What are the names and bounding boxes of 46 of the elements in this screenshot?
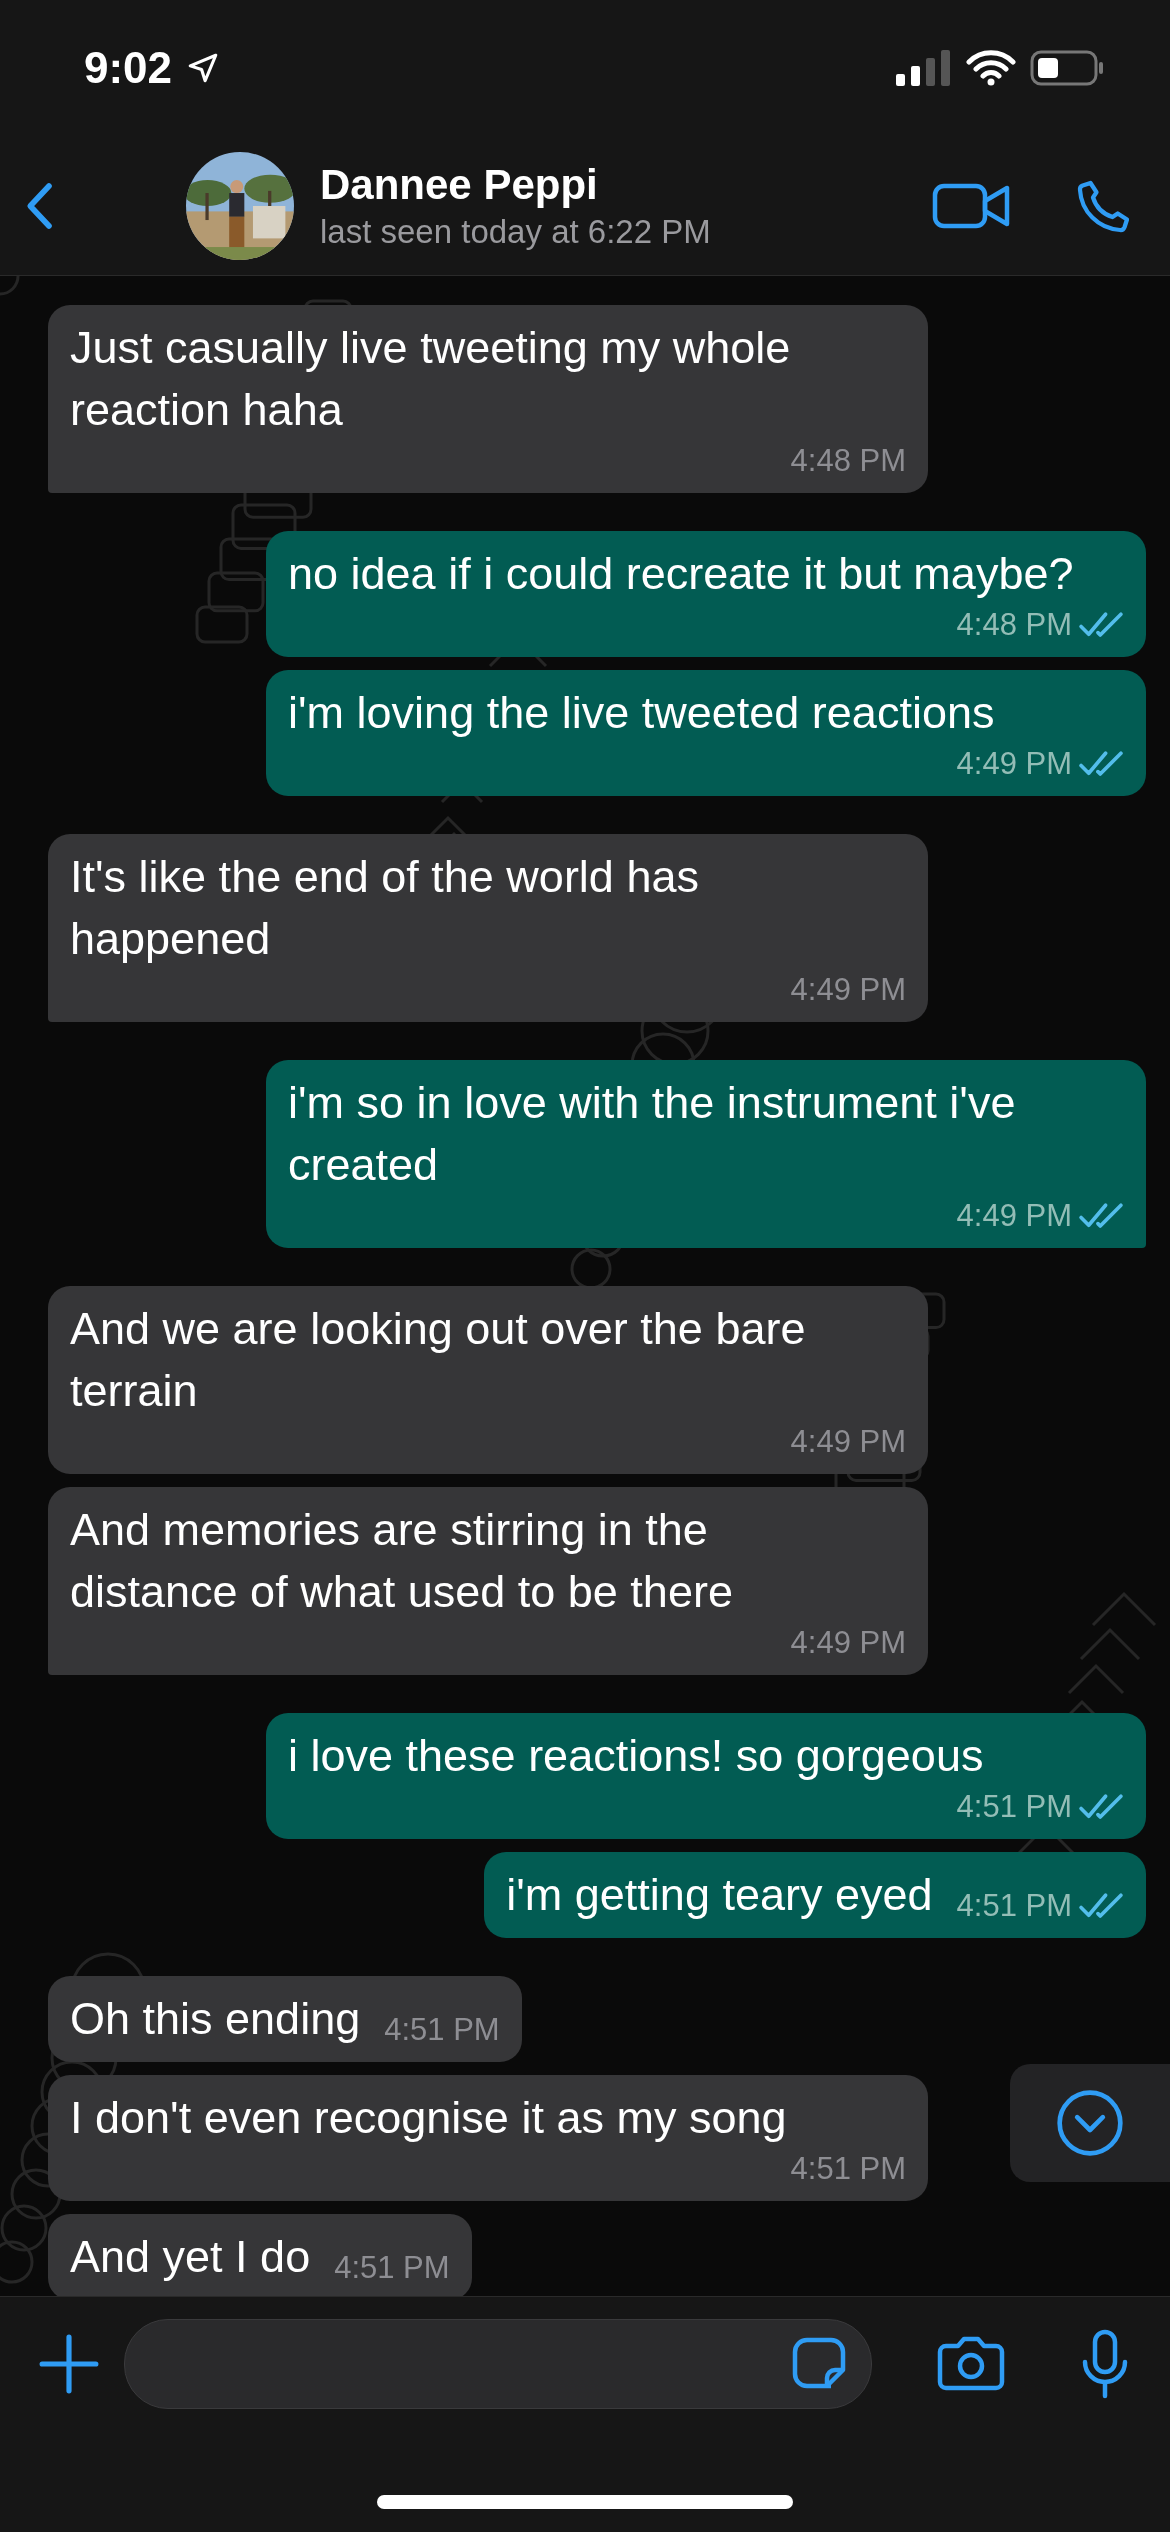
message-time: 4:51 PM — [956, 1789, 1072, 1825]
message-text: i'm loving the live tweeted reactions — [288, 686, 995, 740]
contact-name[interactable]: Dannee Peppi — [320, 160, 932, 209]
last-seen-status: last seen today at 6:22 PM — [320, 212, 712, 251]
message-text: i love these reactions! so gorgeous — [288, 1729, 984, 1783]
message-text: Oh this ending — [70, 1992, 361, 2046]
message-time: 4:48 PM — [956, 607, 1072, 643]
plus-icon[interactable] — [38, 2333, 100, 2395]
message-text: Just casually live tweeting my whole reaction haha — [70, 321, 792, 437]
message-time: 4:49 PM — [790, 972, 906, 1008]
message-bubble[interactable]: Oh this ending 4:51 PM — [48, 1976, 522, 2062]
message-time: 4:51 PM — [790, 2151, 906, 2187]
message-bubble[interactable]: i'm so in love with the instrument i've created 4:49 PM — [266, 1060, 1146, 1248]
message-text: It's like the end of the world has happened — [70, 850, 700, 966]
message-time: 4:51 PM — [956, 1888, 1072, 1924]
message-bubble[interactable]: And yet I do 4:51 PM — [48, 2214, 472, 2296]
chevron-down-icon — [1055, 2088, 1125, 2158]
microphone-icon[interactable] — [1080, 2329, 1130, 2399]
message-text: no idea if i could recreate it but maybe? — [288, 547, 1074, 601]
message-text: i'm so in love with the instrument i've created — [288, 1076, 1017, 1192]
message-bubble[interactable]: I don't even recognise it as my song 4:51 PM — [48, 2075, 928, 2201]
message-time: 4:49 PM — [956, 746, 1072, 782]
message-bubble[interactable]: i'm loving the live tweeted reactions 4:49 PM — [266, 670, 1146, 796]
message-time: 4:48 PM — [790, 443, 906, 479]
signal-icon — [896, 50, 952, 86]
message-text: I don't even recognise it as my song — [70, 2091, 787, 2145]
message-bubble[interactable]: i love these reactions! so gorgeous 4:51 PM — [266, 1713, 1146, 1839]
status-time: 9:02 — [84, 43, 173, 93]
message-time: 4:49 PM — [790, 1625, 906, 1661]
message-text: And we are looking out over the bare terrain — [70, 1302, 807, 1418]
message-time: 4:51 PM — [334, 2250, 450, 2286]
message-time: 4:49 PM — [956, 1198, 1072, 1234]
message-bubble[interactable]: no idea if i could recreate it but maybe? 4:48 PM — [266, 531, 1146, 657]
message-bubble[interactable]: Just casually live tweeting my whole reaction haha 4:48 PM — [48, 305, 928, 493]
message-time: 4:49 PM — [790, 1424, 906, 1460]
message-bubble[interactable]: And we are looking out over the bare terrain 4:49 PM — [48, 1286, 928, 1474]
message-text: i'm getting teary eyed — [506, 1868, 933, 1922]
wifi-icon — [966, 50, 1016, 86]
message-bubble[interactable]: It's like the end of the world has happened 4:49 PM — [48, 834, 928, 1022]
message-bubble[interactable]: And memories are stirring in the distance of what used to be there 4:49 PM — [48, 1487, 928, 1675]
scroll-down-button[interactable] — [1010, 2064, 1170, 2182]
message-bubble[interactable]: i'm getting teary eyed 4:51 PM — [484, 1852, 1146, 1938]
message-text: And memories are stirring in the distance of what used to be there — [70, 1503, 734, 1619]
message-text: And yet I do — [70, 2230, 311, 2284]
message-time: 4:51 PM — [384, 2012, 500, 2048]
battery-icon — [1030, 50, 1104, 86]
